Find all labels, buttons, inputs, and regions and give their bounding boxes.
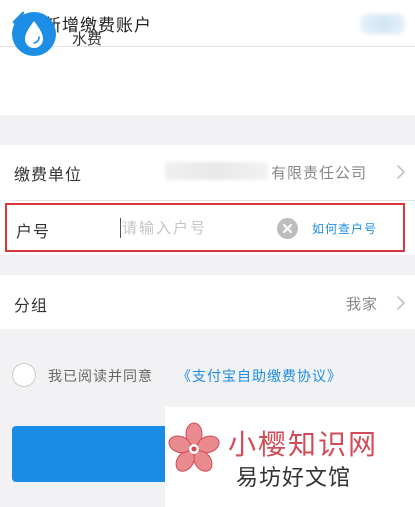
blurred-header-action	[360, 14, 405, 34]
group-value: 我家	[346, 295, 379, 313]
unit-value: 有限责任公司	[271, 164, 368, 182]
agreement-text: 我已阅读并同意	[48, 369, 153, 385]
watermark-text-primary: 小樱知识网	[228, 428, 379, 461]
chevron-right-icon	[397, 296, 405, 310]
group-label: 分组	[14, 296, 49, 315]
agreement-checkbox[interactable]	[12, 363, 36, 387]
cherry-blossom-logo	[168, 422, 220, 472]
text-cursor	[120, 218, 121, 238]
blurred-company-name	[165, 162, 268, 180]
account-number-input[interactable]	[122, 213, 272, 243]
water-drop-icon	[12, 12, 56, 56]
biller-name: 水费	[72, 30, 103, 48]
clear-input-icon[interactable]	[277, 218, 298, 239]
unit-label: 缴费单位	[14, 165, 83, 184]
watermark-text-secondary: 易坊好文馆	[236, 466, 352, 491]
chevron-right-icon	[397, 165, 405, 179]
account-label: 户号	[16, 222, 51, 241]
biller-row	[0, 47, 415, 115]
how-to-find-account-link[interactable]: 如何查户号	[312, 220, 377, 237]
agreement-link[interactable]: 《支付宝自助缴费协议》	[177, 366, 342, 386]
